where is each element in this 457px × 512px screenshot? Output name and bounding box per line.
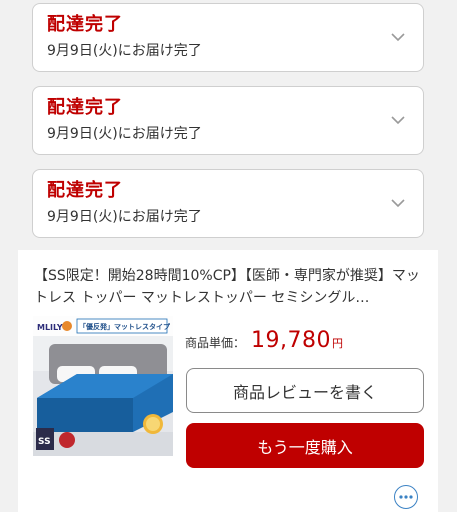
delivery-status-detail: 9月9日(火)にお届け完了 <box>47 43 202 59</box>
mattress-thumbnail: MLILY 「優反発」マットレスタイプ SS <box>33 316 173 456</box>
chevron-down-icon[interactable] <box>391 196 405 210</box>
delivery-status-detail: 9月9日(火)にお届け完了 <box>47 209 202 225</box>
product-image-size: SS <box>38 437 51 447</box>
product-card: 【SS限定！開始28時間10%CP】【医師・専門家が推奨】マットレス トッパー … <box>18 250 438 512</box>
product-image-tag: 「優反発」マットレスタイプ <box>79 322 171 331</box>
product-image-brand: MLILY <box>37 323 63 332</box>
delivery-status-card[interactable]: 配達完了 9月9日(火)にお届け完了 <box>32 169 424 238</box>
order-detail-page: 配達完了 9月9日(火)にお届け完了 配達完了 9月9日(火)にお届け完了 配達… <box>0 0 457 512</box>
delivery-status-title: 配達完了 <box>47 180 123 201</box>
delivery-status-card[interactable]: 配達完了 9月9日(火)にお届け完了 <box>32 3 424 72</box>
delivery-status-title: 配達完了 <box>47 14 123 35</box>
unit-price-currency: 円 <box>332 337 343 350</box>
unit-price-label: 商品単価： <box>185 336 246 350</box>
delivery-status-card[interactable]: 配達完了 9月9日(火)にお届け完了 <box>32 86 424 155</box>
unit-price-row: 商品単価： 19,780 円 <box>185 328 343 356</box>
write-review-button[interactable]: 商品レビューを書く <box>186 368 424 413</box>
chevron-down-icon[interactable] <box>391 113 405 127</box>
more-horizontal-icon <box>399 495 413 499</box>
buy-again-button[interactable]: もう一度購入 <box>186 423 424 468</box>
delivery-status-detail: 9月9日(火)にお届け完了 <box>47 126 202 142</box>
product-image[interactable]: MLILY 「優反発」マットレスタイプ SS <box>33 316 173 456</box>
product-title[interactable]: 【SS限定！開始28時間10%CP】【医師・専門家が推奨】マットレス トッパー … <box>34 265 426 309</box>
more-options-button[interactable] <box>394 485 418 509</box>
unit-price-value: 19,780 <box>251 328 331 353</box>
chevron-down-icon[interactable] <box>391 30 405 44</box>
delivery-status-title: 配達完了 <box>47 97 123 118</box>
